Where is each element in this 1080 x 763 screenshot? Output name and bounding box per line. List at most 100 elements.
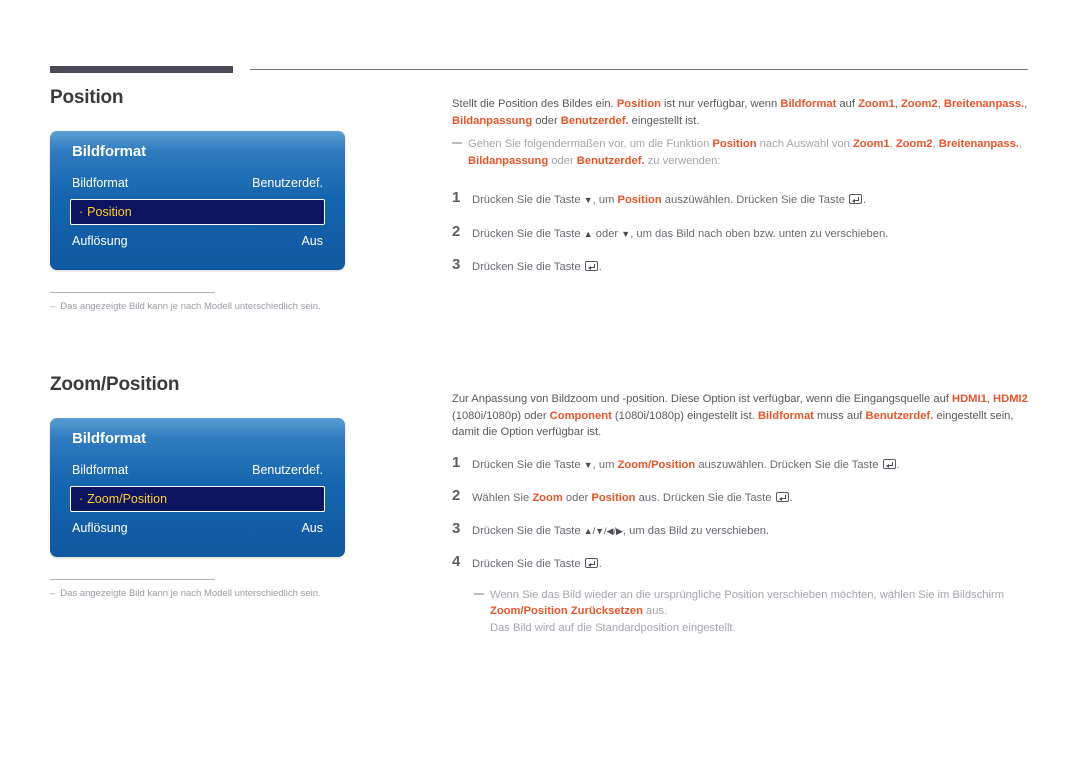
highlight-term: Zoom1 bbox=[852, 138, 890, 151]
step-text: Drücken Sie die Taste ▲ oder ▼, um das B… bbox=[472, 223, 888, 242]
highlight-term: HDMI1 bbox=[952, 393, 987, 406]
text-fragment: nach Auswahl von bbox=[756, 138, 853, 151]
footnote-text: Das angezeigte Bild kann je nach Modell … bbox=[60, 588, 321, 600]
osd-row-aufloesung[interactable]: Auflösung Aus bbox=[50, 515, 345, 541]
osd-row-label: Bildformat bbox=[72, 175, 129, 190]
text-fragment: . bbox=[863, 194, 867, 207]
text-fragment: . bbox=[598, 558, 602, 571]
enter-key-icon bbox=[584, 260, 598, 271]
osd-title-zoom-position: Bildformat bbox=[72, 430, 147, 448]
text-fragment: oder bbox=[562, 491, 592, 504]
step-text: Wählen Sie Zoom oder Position aus. Drück… bbox=[472, 487, 793, 506]
text-fragment: Drücken Sie die Taste bbox=[472, 260, 584, 273]
step-number: 1 bbox=[452, 189, 461, 207]
osd-menu-zoom-position: Bildformat Bildformat Benutzerdef. · Zoom… bbox=[50, 418, 345, 558]
osd-row-value: Benutzerdef. bbox=[252, 463, 323, 478]
osd-row-aufloesung[interactable]: Auflösung Aus bbox=[50, 228, 345, 254]
footnote-zoom-position: – Das angezeigte Bild kann je nach Model… bbox=[50, 579, 345, 600]
footnote-text: Das angezeigte Bild kann je nach Modell … bbox=[60, 300, 321, 312]
position-description: Stellt die Position des Bildes ein. Posi… bbox=[452, 96, 1030, 129]
highlight-term: Zoom2 bbox=[900, 98, 938, 110]
text-fragment: , um das Bild zu verschieben. bbox=[622, 525, 770, 538]
highlight-term: Zoom2 bbox=[895, 138, 933, 151]
osd-row-value: Aus bbox=[301, 233, 323, 248]
text-fragment: auf bbox=[836, 98, 859, 110]
text-fragment: Drücken Sie die Taste bbox=[472, 558, 584, 571]
step-text: Drücken Sie die Taste ▼, um Position aus… bbox=[472, 189, 866, 208]
text-fragment: aus. Drücken Sie die Taste bbox=[635, 491, 775, 504]
osd-menu-position: Bildformat Bildformat Benutzerdef. · Posi… bbox=[50, 130, 345, 270]
osd-bullet-icon: · bbox=[79, 492, 84, 507]
step-item: 3 Drücken Sie die Taste . bbox=[452, 256, 1030, 275]
text-fragment: , um bbox=[592, 194, 618, 207]
footnote-rule bbox=[50, 291, 215, 293]
column-gap bbox=[452, 289, 1030, 391]
position-steps: 1 Drücken Sie die Taste ▼, um Position a… bbox=[452, 189, 1030, 275]
text-fragment: (1080i/1080p) eingestellt ist. bbox=[611, 409, 758, 422]
step-number: 2 bbox=[452, 222, 461, 240]
highlight-term: Zoom/Position bbox=[617, 458, 696, 471]
right-column: Stellt die Position des Bildes ein. Posi… bbox=[452, 96, 1030, 650]
step-item: 2 Drücken Sie die Taste ▲ oder ▼, um das… bbox=[452, 223, 1030, 242]
text-fragment: (1080i/1080p) oder bbox=[452, 409, 550, 422]
text-fragment: aus. bbox=[642, 605, 668, 618]
osd-bullet-icon: · bbox=[79, 204, 84, 219]
text-fragment: ist nur verfügbar, wenn bbox=[660, 98, 781, 110]
section-zoom-position: Zoom/Position Bildformat Bildformat Benu… bbox=[50, 374, 430, 600]
step-text: Drücken Sie die Taste . bbox=[472, 553, 602, 572]
osd-row-label: Bildformat bbox=[72, 463, 129, 478]
highlight-term: Zoom/ bbox=[490, 605, 524, 618]
enter-key-icon bbox=[584, 558, 598, 569]
highlight-term: Bildanpassung bbox=[468, 154, 549, 167]
text-fragment: . bbox=[598, 260, 602, 273]
text-fragment: . bbox=[789, 491, 793, 504]
highlight-term: Benutzerdef. bbox=[576, 154, 645, 167]
highlight-term: Breitenanpass. bbox=[938, 138, 1019, 151]
arrow-down-icon: ▼ bbox=[583, 459, 593, 470]
arrow-down-icon: ▼ bbox=[583, 195, 593, 206]
highlight-term: HDMI2 bbox=[993, 393, 1028, 406]
enter-key-icon bbox=[882, 458, 896, 469]
section-position: Position Bildformat Bildformat Benutzerd… bbox=[50, 87, 430, 313]
osd-row-bildformat[interactable]: Bildformat Benutzerdef. bbox=[50, 457, 345, 483]
left-column: Position Bildformat Bildformat Benutzerd… bbox=[50, 87, 430, 600]
osd-row-position-selected[interactable]: · Position bbox=[70, 198, 325, 225]
footnote-dash: – bbox=[50, 300, 56, 312]
text-fragment: oder bbox=[548, 154, 577, 167]
step-text: Drücken Sie die Taste ▲/▼/◀/▶, um das Bi… bbox=[472, 520, 769, 539]
step-item: 2 Wählen Sie Zoom oder Position aus. Drü… bbox=[452, 487, 1030, 506]
highlight-term: Benutzerdef. bbox=[560, 114, 629, 127]
highlight-term: Position bbox=[712, 138, 757, 151]
osd-row-zoom-position-selected[interactable]: · Zoom/Position bbox=[70, 486, 325, 513]
step-number: 2 bbox=[452, 486, 461, 504]
text-fragment: Drücken Sie die Taste bbox=[472, 525, 584, 538]
highlight-term: Benutzerdef. bbox=[865, 409, 934, 422]
step-item: 1 Drücken Sie die Taste ▼, um Zoom/Posit… bbox=[452, 454, 1030, 473]
text-fragment: muss auf bbox=[813, 409, 866, 422]
footnote-position: – Das angezeigte Bild kann je nach Model… bbox=[50, 291, 345, 313]
osd-row-label: Position bbox=[87, 204, 132, 219]
enter-key-icon bbox=[849, 194, 863, 205]
step-number: 4 bbox=[452, 553, 461, 571]
text-fragment: Stellt die Position des Bildes ein. bbox=[452, 98, 617, 110]
highlight-term: Bildformat bbox=[780, 98, 837, 110]
highlight-term: Position bbox=[616, 98, 661, 110]
zoom-position-description: Zur Anpassung von Bildzoom und -position… bbox=[452, 391, 1030, 441]
osd-row-value: Aus bbox=[301, 521, 323, 536]
step-number: 1 bbox=[452, 453, 461, 471]
highlight-term: Position bbox=[617, 194, 662, 207]
text-fragment: Wählen Sie bbox=[472, 491, 533, 504]
text-fragment: Das Bild wird auf die Standardposition e… bbox=[490, 621, 736, 634]
text-fragment: Wenn Sie das Bild wieder an die ursprüng… bbox=[490, 588, 1005, 601]
zoom-position-tail-note: Wenn Sie das Bild wieder an die ursprüng… bbox=[474, 587, 1030, 637]
manual-page: Position Bildformat Bildformat Benutzerd… bbox=[0, 0, 1080, 763]
text-fragment: Zur Anpassung von Bildzoom und -position… bbox=[452, 393, 953, 406]
highlight-term: Position bbox=[591, 491, 636, 504]
highlight-term: Component bbox=[549, 409, 612, 422]
osd-row-bildformat[interactable]: Bildformat Benutzerdef. bbox=[50, 170, 345, 196]
highlight-term: Position Zurücksetzen bbox=[523, 605, 643, 618]
step-text: Drücken Sie die Taste . bbox=[472, 256, 602, 275]
text-fragment: Drücken Sie die Taste bbox=[472, 194, 584, 207]
highlight-term: Breitenanpass. bbox=[943, 98, 1025, 110]
